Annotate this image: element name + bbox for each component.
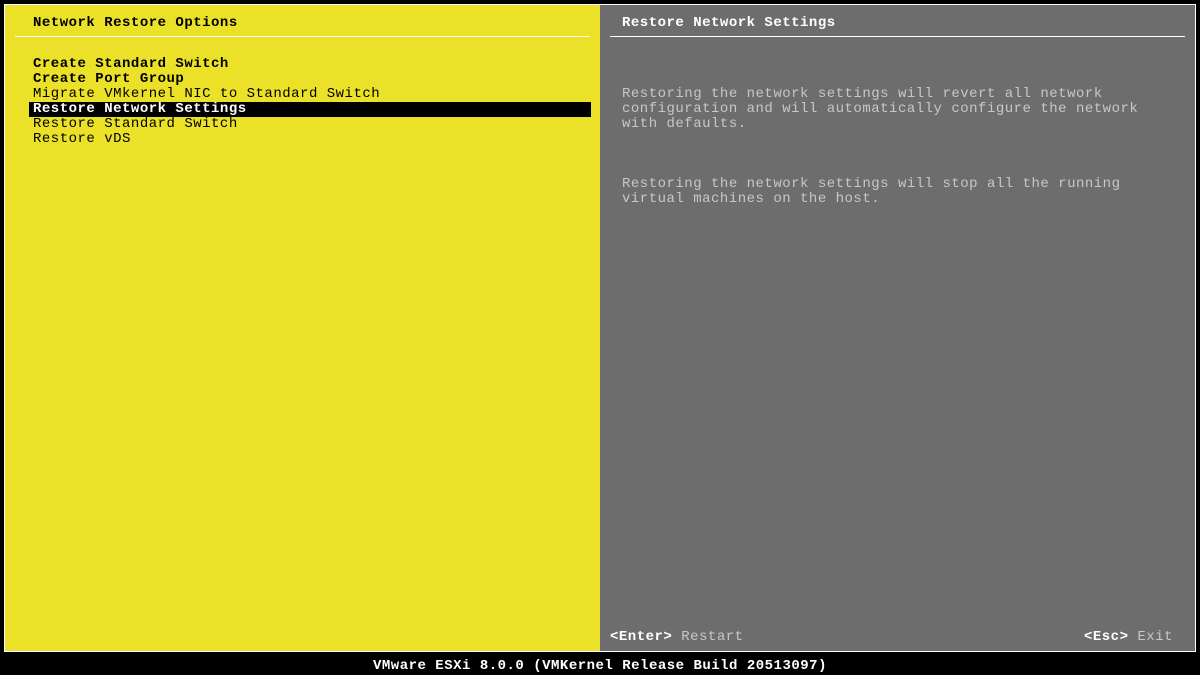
right-pane-title: Restore Network Settings <box>622 15 836 31</box>
hint-enter[interactable]: <Enter> Restart <box>610 629 744 645</box>
left-pane-title: Network Restore Options <box>33 15 238 31</box>
product-bar: VMware ESXi 8.0.0 (VMKernel Release Buil… <box>0 657 1200 675</box>
right-pane: Restore Network Settings Restoring the n… <box>600 5 1195 651</box>
menu-item-4[interactable]: Restore Standard Switch <box>33 117 590 132</box>
description-p2: Restoring the network settings will stop… <box>622 177 1173 207</box>
right-pane-rule <box>610 36 1185 37</box>
menu-item-0[interactable]: Create Standard Switch <box>33 57 590 72</box>
key-hints: <Enter> Restart <Esc> Exit <box>610 629 1173 645</box>
dcui-screen: Network Restore Options Create Standard … <box>4 4 1196 652</box>
menu-item-1[interactable]: Create Port Group <box>33 72 590 87</box>
menu-list: Create Standard SwitchCreate Port GroupM… <box>33 57 590 147</box>
menu-item-5[interactable]: Restore vDS <box>33 132 590 147</box>
description-p1: Restoring the network settings will reve… <box>622 87 1173 132</box>
hint-esc-key: <Esc> <box>1084 629 1129 645</box>
hint-esc-label: Exit <box>1128 629 1173 645</box>
left-pane-rule <box>15 36 590 37</box>
description: Restoring the network settings will reve… <box>622 57 1173 252</box>
left-pane: Network Restore Options Create Standard … <box>5 5 600 651</box>
hint-enter-key: <Enter> <box>610 629 672 645</box>
menu-item-2[interactable]: Migrate VMkernel NIC to Standard Switch <box>33 87 590 102</box>
hint-esc[interactable]: <Esc> Exit <box>1084 629 1173 645</box>
menu-item-3[interactable]: Restore Network Settings <box>29 102 591 117</box>
hint-enter-label: Restart <box>672 629 743 645</box>
